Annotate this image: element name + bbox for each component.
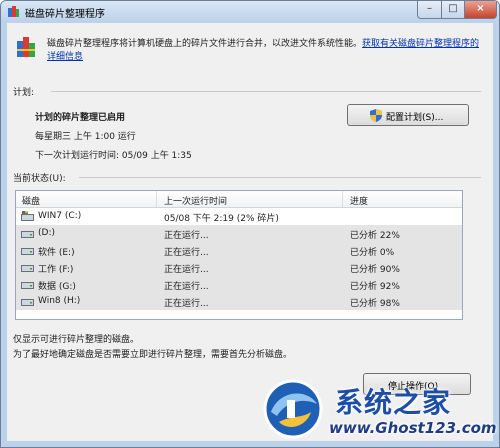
disk-progress: 已分析 98% [350,299,400,309]
watermark-title: 系统之家 [335,386,452,419]
disk-list[interactable]: 磁盘 上一次运行时间 进度 WIN7 (C:) 05/08 下午 2:19 (2… [15,190,463,320]
disk-row[interactable]: (D:) 正在运行... 已分析 22% [16,225,462,242]
hard-drive-icon [21,265,34,272]
column-divider [156,191,157,207]
disk-progress: 已分析 90% [350,265,400,275]
disk-last-run: 正在运行... [164,299,209,309]
schedule-separator [51,91,481,92]
disk-progress: 已分析 22% [350,231,400,241]
disk-last-run: 正在运行... [164,265,209,275]
watermark-logo-icon [263,379,323,439]
disk-name: 数据 (G:) [38,282,76,292]
uac-shield-icon [370,109,382,122]
disk-name: Win8 (H:) [38,296,81,306]
client-area: 磁盘碎片整理程序将计算机硬盘上的碎片文件进行合并，以改进文件系统性能。获取有关磁… [7,23,493,441]
defrag-window: 磁盘碎片整理程序 – □ × 磁盘碎片整理程序将计算机硬盘上的碎片文件进行合并，… [0,0,500,448]
status-label: 当前状态(U): [13,174,66,184]
disk-last-run: 05/08 下午 2:19 (2% 碎片) [164,214,279,224]
intro-description: 磁盘碎片整理程序将计算机硬盘上的碎片文件进行合并，以改进文件系统性能。 [47,39,363,49]
defrag-large-icon [17,37,35,57]
column-divider [342,191,343,207]
disk-row[interactable]: Win8 (H:) 正在运行... 已分析 98% [16,293,462,310]
watermark-url: www.Ghost123.com [329,419,497,437]
footer-note-disks: 仅显示可进行碎片整理的磁盘。 [13,335,140,345]
maximize-icon: □ [448,3,458,14]
disk-row[interactable]: 工作 (F:) 正在运行... 已分析 90% [16,259,462,276]
disk-name: 软件 (E:) [38,248,75,258]
schedule-run-time: 每星期三 上午 1:00 运行 [35,132,136,142]
hard-drive-icon [21,231,34,238]
defrag-app-icon [8,6,19,17]
footer-note-analyze: 为了最好地确定磁盘是否需要立即进行碎片整理，需要首先分析磁盘。 [13,350,293,360]
hard-drive-icon [21,282,34,289]
system-drive-icon [21,211,34,221]
window-title: 磁盘碎片整理程序 [25,9,105,20]
hard-drive-icon [21,299,34,306]
disk-name: (D:) [38,228,55,238]
disk-last-run: 正在运行... [164,231,209,241]
disk-last-run: 正在运行... [164,282,209,292]
minimize-icon: – [427,3,432,14]
column-last-run[interactable]: 上一次运行时间 [164,194,227,207]
disk-row[interactable]: 数据 (G:) 正在运行... 已分析 92% [16,276,462,293]
schedule-next-run: 下一次计划运行时间: 05/09 上午 1:35 [35,151,192,161]
disk-name: WIN7 (C:) [38,211,82,221]
minimize-button[interactable]: – [417,1,442,19]
disk-list-header: 磁盘 上一次运行时间 进度 [16,191,462,208]
disk-row[interactable]: WIN7 (C:) 05/08 下午 2:19 (2% 碎片) [16,208,462,225]
status-separator [79,177,481,178]
disk-last-run: 正在运行... [164,248,209,258]
close-icon: × [476,3,485,14]
disk-progress: 已分析 0% [350,248,395,258]
title-bar[interactable]: 磁盘碎片整理程序 – □ × [1,1,499,22]
disk-row[interactable]: 软件 (E:) 正在运行... 已分析 0% [16,242,462,259]
schedule-heading: 计划的碎片整理已启用 [35,113,126,123]
hard-drive-icon [21,248,34,255]
configure-schedule-label: 配置计划(S)... [386,113,444,123]
schedule-label: 计划: [13,88,35,98]
column-progress[interactable]: 进度 [350,194,368,207]
close-button[interactable]: × [464,1,497,19]
configure-schedule-button[interactable]: 配置计划(S)... [347,104,469,126]
maximize-button[interactable]: □ [441,1,465,19]
intro-text: 磁盘碎片整理程序将计算机硬盘上的碎片文件进行合并，以改进文件系统性能。获取有关磁… [47,38,487,64]
column-disk[interactable]: 磁盘 [22,194,40,207]
disk-name: 工作 (F:) [38,265,74,275]
disk-progress: 已分析 92% [350,282,400,292]
